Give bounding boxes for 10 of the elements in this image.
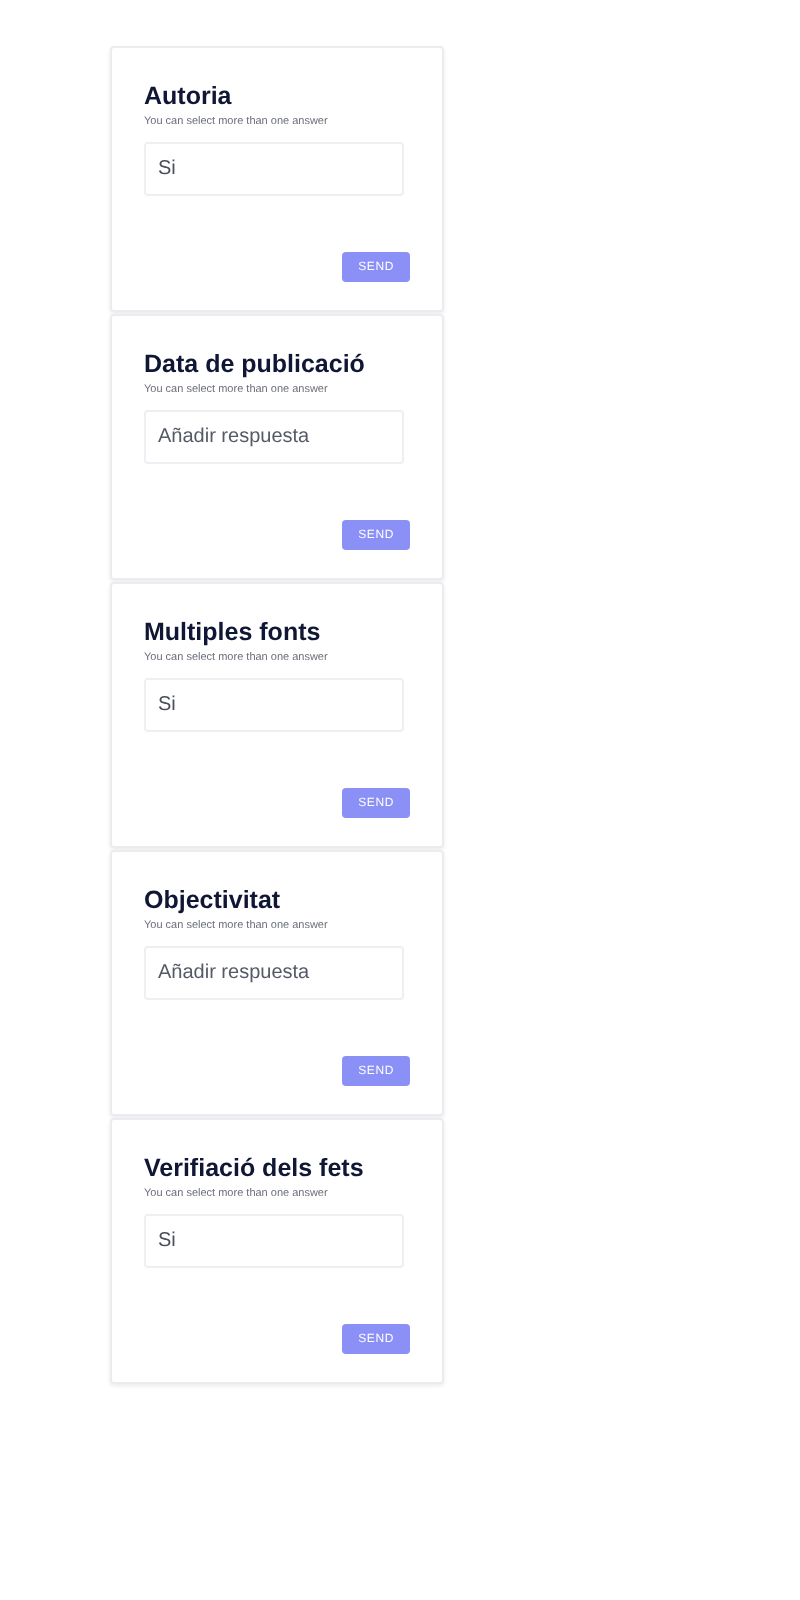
question-title: Verifiació dels fets [144,1152,366,1184]
question-title: Data de publicació [144,348,367,380]
question-title: Autoria [144,80,234,112]
answer-field[interactable]: Añadir respuesta [144,946,404,1000]
answer-field[interactable]: Si [144,1214,404,1268]
answer-field[interactable]: Si [144,678,404,732]
question-title: Objectivitat [144,884,283,916]
answer-field[interactable]: Añadir respuesta [144,410,404,464]
answer-field[interactable]: Si [144,142,404,196]
question-title: Multiples fonts [144,616,323,648]
